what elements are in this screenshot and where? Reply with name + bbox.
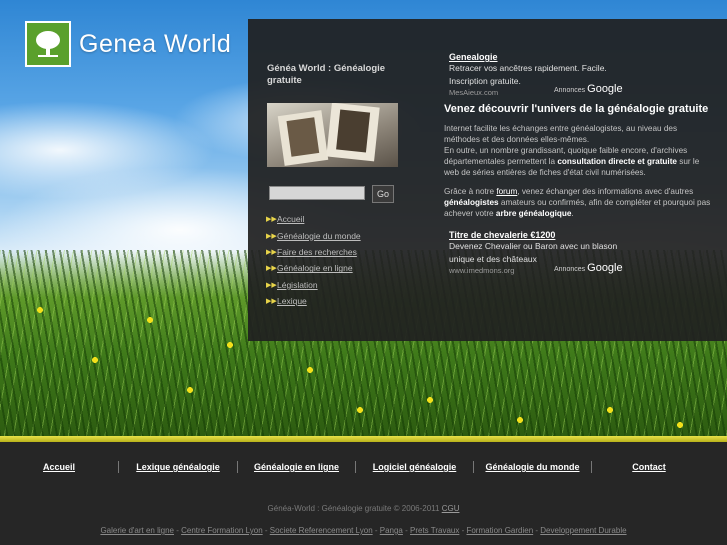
arrow-bullet-icon: ▶▶ [266, 232, 277, 240]
cgu-link[interactable]: CGU [442, 504, 460, 513]
copyright-text: Généa-World : Généalogie gratuite © 2006… [267, 504, 442, 513]
intro-text-a: Internet facilite les échanges entre gén… [444, 124, 678, 144]
forum-bold-2: arbre généalogique [495, 209, 572, 218]
side-navigation: ▶▶ Accueil ▶▶ Généalogie du monde ▶▶ Faire … [266, 211, 361, 309]
arrow-bullet-icon: ▶▶ [266, 265, 277, 273]
main-panel: Généa World : Généalogie gratuite Go ▶▶ A… [248, 19, 727, 341]
ad-text-line: Retracer vos ancêtres rapidement. Facile… [449, 63, 607, 73]
google-label: Google [587, 262, 623, 274]
partner-link[interactable]: Galerie d'art en ligne [100, 526, 174, 535]
forum-text-a: Grâce à notre [444, 187, 497, 196]
footer-link-lexique[interactable]: Lexique généalogie [119, 462, 237, 472]
partner-link[interactable]: Prets Travaux [410, 526, 459, 535]
logo-text: Genea World [79, 29, 232, 58]
annonces-label: Annonces [554, 266, 586, 273]
side-nav-label[interactable]: Généalogie du monde [277, 231, 361, 241]
forum-link[interactable]: forum [496, 187, 517, 196]
content-column: Genealogie Retracer vos ancêtres rapidem… [444, 19, 727, 341]
footer-link-accueil[interactable]: Accueil [0, 462, 118, 472]
partner-link[interactable]: Formation Gardien [466, 526, 533, 535]
footer-link-logiciel[interactable]: Logiciel généalogie [356, 462, 473, 472]
partner-link[interactable]: Centre Formation Lyon [181, 526, 263, 535]
side-nav-item-genealogie-en-ligne[interactable]: ▶▶ Généalogie en ligne [266, 260, 361, 276]
ads-by-google[interactable]: Annonces Google [554, 262, 623, 274]
forum-text-b: , venez échanger des informations avec d… [517, 187, 694, 196]
grass-divider [0, 436, 727, 442]
arrow-bullet-icon: ▶▶ [266, 248, 277, 256]
ads-by-google[interactable]: Annonces Google [554, 83, 623, 95]
side-nav-label[interactable]: Généalogie en ligne [277, 263, 353, 273]
partner-links: Galerie d'art en ligne - Centre Formatio… [100, 526, 627, 535]
ad-title[interactable]: Titre de chevalerie €1200 [449, 230, 639, 240]
partner-link[interactable]: Panga [380, 526, 403, 535]
side-nav-label[interactable]: Législation [277, 280, 318, 290]
footer-navigation: Accueil Lexique généalogie Généalogie en… [0, 459, 727, 475]
side-nav-label[interactable]: Lexique [277, 296, 307, 306]
forum-bold-1: généalogistes [444, 198, 499, 207]
footer-link-contact[interactable]: Contact [592, 462, 706, 472]
footer-link-genealogie-du-monde[interactable]: Généalogie du monde [474, 462, 591, 472]
vintage-photos-image [267, 103, 398, 167]
main-headline: Venez découvrir l'univers de la généalog… [444, 103, 709, 115]
side-nav-item-legislation[interactable]: ▶▶ Législation [266, 277, 361, 293]
forum-paragraph: Grâce à notre forum, venez échanger des … [444, 186, 712, 219]
search-go-button[interactable]: Go [372, 185, 394, 203]
footer-link-genealogie-en-ligne[interactable]: Généalogie en ligne [238, 462, 355, 472]
partner-link[interactable]: Developpement Durable [540, 526, 626, 535]
side-nav-label[interactable]: Accueil [277, 214, 304, 224]
annonces-label: Annonces [554, 87, 586, 94]
partner-link[interactable]: Societe Referencement Lyon [270, 526, 373, 535]
left-column: Généa World : Généalogie gratuite Go ▶▶ A… [248, 19, 420, 341]
copyright: Généa-World : Généalogie gratuite © 2006… [0, 504, 727, 513]
side-nav-item-genealogie-du-monde[interactable]: ▶▶ Généalogie du monde [266, 227, 361, 243]
site-logo[interactable]: Genea World [25, 20, 231, 68]
site-title: Généa World : Généalogie gratuite [267, 63, 386, 86]
intro-paragraph: Internet facilite les échanges entre gén… [444, 123, 712, 178]
side-nav-item-lexique[interactable]: ▶▶ Lexique [266, 293, 361, 309]
arrow-bullet-icon: ▶▶ [266, 281, 277, 289]
intro-bold: consultation directe et gratuite [557, 157, 677, 166]
side-nav-item-faire-des-recherches[interactable]: ▶▶ Faire des recherches [266, 244, 361, 260]
arrow-bullet-icon: ▶▶ [266, 298, 277, 306]
forum-text-d: . [571, 209, 574, 218]
side-nav-item-accueil[interactable]: ▶▶ Accueil [266, 211, 361, 227]
google-label: Google [587, 83, 623, 95]
ad-title[interactable]: Genealogie [449, 52, 639, 62]
ad-text-line: Devenez Chevalier ou Baron avec un blaso… [449, 241, 618, 251]
tree-icon [25, 21, 71, 67]
side-nav-label[interactable]: Faire des recherches [277, 247, 357, 257]
search-input[interactable] [269, 186, 365, 200]
arrow-bullet-icon: ▶▶ [266, 216, 277, 224]
